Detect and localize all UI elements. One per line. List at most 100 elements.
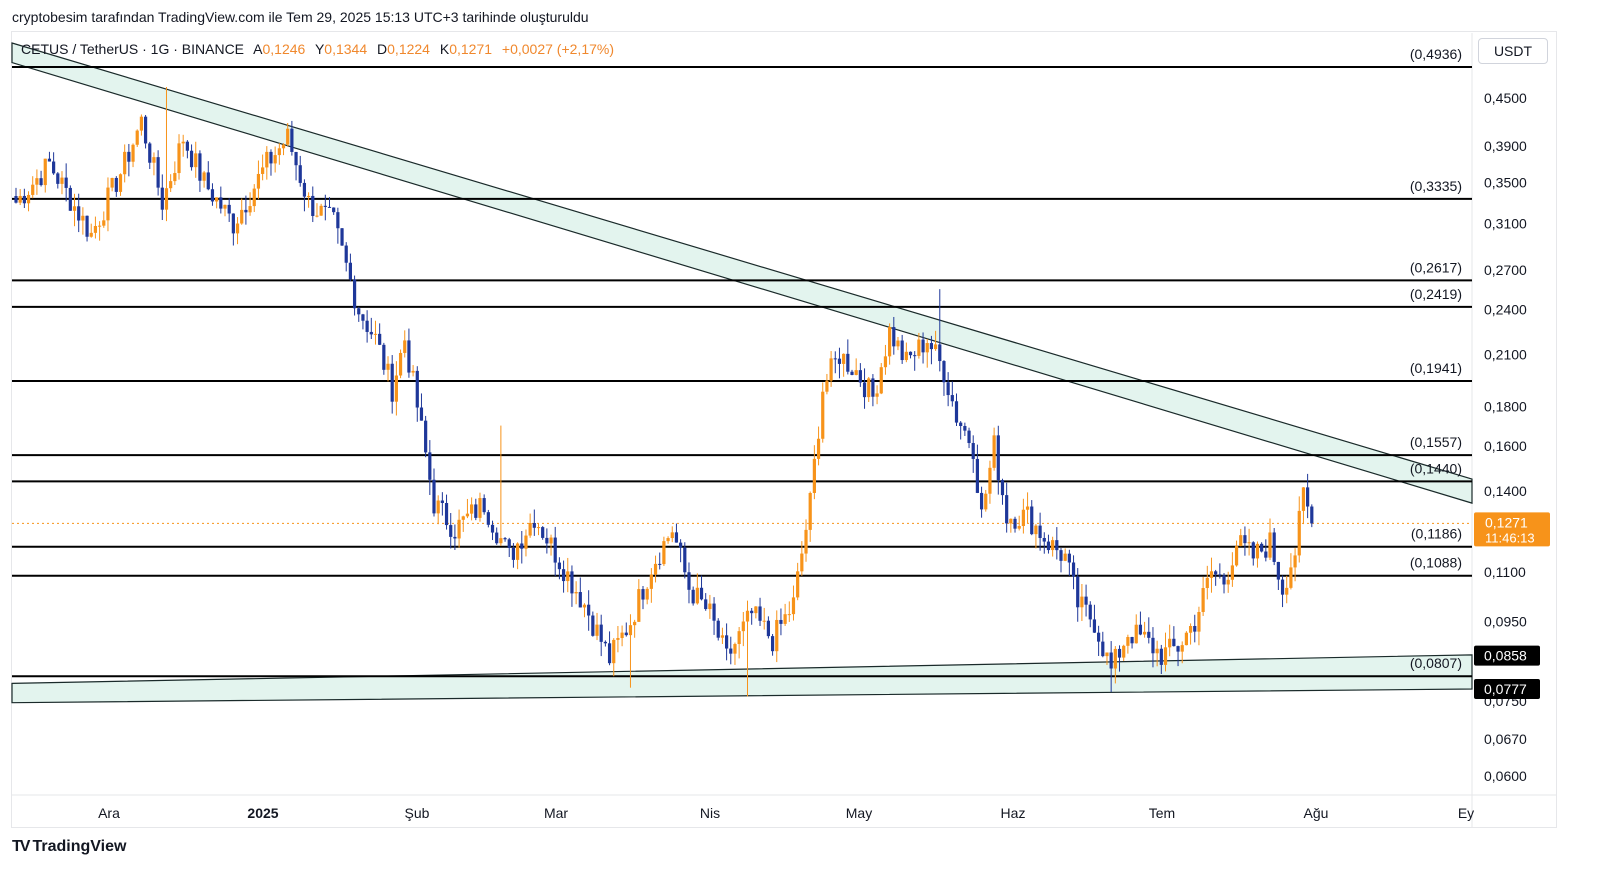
candle-body[interactable] xyxy=(39,178,43,186)
candle-body[interactable] xyxy=(754,606,758,614)
price-chart[interactable]: (0,4936) (0,3335) (0,2617) (0,2419) (0,1941)… xyxy=(0,0,1600,887)
candle-body[interactable] xyxy=(26,194,31,204)
candle-body[interactable] xyxy=(574,592,578,594)
candle-body[interactable] xyxy=(457,519,461,539)
candle-body[interactable] xyxy=(1285,587,1289,595)
candle-body[interactable] xyxy=(298,165,302,183)
candle-body[interactable] xyxy=(302,182,307,197)
candle-body[interactable] xyxy=(1021,509,1025,527)
candle-body[interactable] xyxy=(206,172,210,190)
candle-body[interactable] xyxy=(883,356,888,368)
candle-body[interactable] xyxy=(256,173,261,189)
candle-body[interactable] xyxy=(779,619,783,624)
candle-body[interactable] xyxy=(950,395,954,402)
candle-body[interactable] xyxy=(1034,525,1038,535)
candle-body[interactable] xyxy=(365,320,369,332)
candle-body[interactable] xyxy=(925,343,929,353)
candle-body[interactable] xyxy=(1059,550,1063,561)
candle-body[interactable] xyxy=(315,215,319,217)
candle-body[interactable] xyxy=(770,636,775,652)
candle-body[interactable] xyxy=(248,206,252,213)
candle-body[interactable] xyxy=(775,619,779,652)
candle-body[interactable] xyxy=(599,624,603,642)
candle-body[interactable] xyxy=(152,157,156,163)
candle-body[interactable] xyxy=(942,361,946,383)
candle-body[interactable] xyxy=(570,571,574,594)
candle-body[interactable] xyxy=(628,625,633,636)
candle-body[interactable] xyxy=(361,314,365,321)
candle-body[interactable] xyxy=(1038,525,1042,538)
candle-body[interactable] xyxy=(846,353,850,372)
candle-body[interactable] xyxy=(135,130,139,145)
candle-body[interactable] xyxy=(436,500,440,514)
candle-body[interactable] xyxy=(68,187,72,211)
candle-body[interactable] xyxy=(520,543,524,549)
candle-body[interactable] xyxy=(1117,648,1122,658)
candle-body[interactable] xyxy=(181,141,185,144)
candle-body[interactable] xyxy=(607,643,612,664)
candle-body[interactable] xyxy=(674,532,679,543)
candle-body[interactable] xyxy=(398,352,403,376)
candle-body[interactable] xyxy=(1109,652,1113,669)
candle-body[interactable] xyxy=(139,116,143,131)
candle-body[interactable] xyxy=(921,339,925,353)
candle-body[interactable] xyxy=(662,541,666,565)
candle-body[interactable] xyxy=(1138,624,1143,635)
symbol-info-bar[interactable]: CETUS / TetherUS · 1G · BINANCE A0,1246 … xyxy=(21,41,620,57)
candle-body[interactable] xyxy=(541,527,545,538)
candle-body[interactable] xyxy=(591,615,595,636)
candle-body[interactable] xyxy=(1000,480,1005,496)
candle-body[interactable] xyxy=(762,620,766,622)
candle-body[interactable] xyxy=(102,220,106,226)
candle-body[interactable] xyxy=(269,151,273,164)
candle-body[interactable] xyxy=(1197,611,1201,632)
candle-body[interactable] xyxy=(490,524,495,533)
candle-body[interactable] xyxy=(449,525,453,537)
candle-body[interactable] xyxy=(118,174,123,192)
candle-body[interactable] xyxy=(934,344,938,350)
candle-body[interactable] xyxy=(1163,647,1168,665)
candle-body[interactable] xyxy=(98,225,102,227)
candle-body[interactable] xyxy=(908,351,913,356)
candle-body[interactable] xyxy=(156,157,160,188)
candle-body[interactable] xyxy=(536,527,541,529)
candle-body[interactable] xyxy=(783,614,787,624)
candle-body[interactable] xyxy=(1184,632,1188,646)
candle-body[interactable] xyxy=(821,391,825,439)
candle-body[interactable] xyxy=(787,614,791,616)
candle-body[interactable] xyxy=(110,177,114,188)
candle-body[interactable] xyxy=(1226,579,1230,585)
candle-body[interactable] xyxy=(1084,596,1088,605)
candle-body[interactable] xyxy=(959,422,963,427)
candle-body[interactable] xyxy=(1030,506,1034,535)
candle-body[interactable] xyxy=(352,279,357,309)
candle-body[interactable] xyxy=(1297,510,1301,556)
candle-body[interactable] xyxy=(453,536,457,539)
candle-body[interactable] xyxy=(720,635,725,638)
channel-band-1[interactable] xyxy=(11,654,1473,704)
candle-body[interactable] xyxy=(373,333,378,335)
candle-body[interactable] xyxy=(336,212,340,229)
candle-body[interactable] xyxy=(286,128,290,145)
candle-body[interactable] xyxy=(47,158,52,162)
candle-body[interactable] xyxy=(507,539,511,548)
candle-body[interactable] xyxy=(963,426,967,431)
candle-body[interactable] xyxy=(1201,588,1205,612)
candle-body[interactable] xyxy=(578,592,582,608)
candle-body[interactable] xyxy=(1272,532,1276,562)
candle-body[interactable] xyxy=(1255,543,1260,559)
candle-body[interactable] xyxy=(185,141,189,151)
candle-body[interactable] xyxy=(616,638,620,640)
candle-body[interactable] xyxy=(938,344,942,362)
candle-body[interactable] xyxy=(444,502,449,526)
candle-body[interactable] xyxy=(307,195,311,197)
candle-body[interactable] xyxy=(1234,546,1239,566)
candle-body[interactable] xyxy=(1151,637,1155,654)
candle-body[interactable] xyxy=(419,407,424,421)
candle-body[interactable] xyxy=(148,143,152,163)
candle-body[interactable] xyxy=(641,589,645,600)
candle-body[interactable] xyxy=(829,358,833,381)
candle-body[interactable] xyxy=(725,635,729,649)
candle-body[interactable] xyxy=(745,610,750,622)
candle-body[interactable] xyxy=(323,205,327,207)
